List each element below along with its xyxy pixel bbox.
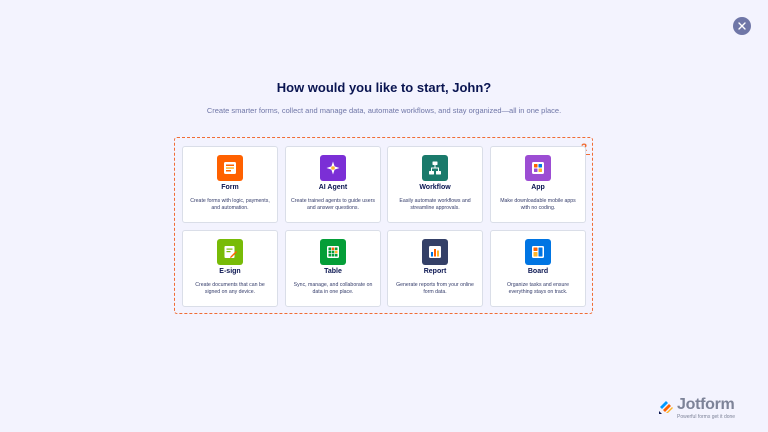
card-ai-agent[interactable]: AI Agent Create trained agents to guide … [285, 146, 381, 223]
card-description: Sync, manage, and collaborate on data in… [293, 282, 373, 296]
form-icon [217, 155, 243, 181]
card-title: AI Agent [318, 184, 348, 191]
logo-text: Jotform [677, 396, 735, 413]
ai-agent-icon [320, 155, 346, 181]
card-title: App [531, 184, 545, 191]
card-board[interactable]: Board Organize tasks and ensure everythi… [490, 230, 586, 307]
close-button[interactable] [733, 17, 751, 35]
card-e-sign[interactable]: E-sign Create documents that can be sign… [182, 230, 278, 307]
card-description: Create forms with logic, payments, and a… [190, 198, 270, 212]
card-description: Easily automate workflows and streamline… [399, 198, 471, 212]
card-title: Form [221, 184, 239, 191]
jotform-logo-icon [659, 401, 673, 414]
card-app[interactable]: App Make downloadable mobile apps with n… [490, 146, 586, 223]
table-icon [320, 239, 346, 265]
card-title: Report [423, 268, 447, 275]
card-title: Table [324, 268, 342, 275]
board-icon [525, 239, 551, 265]
card-description: Make downloadable mobile apps with no co… [500, 198, 576, 212]
jotform-logo: Jotform Powerful forms get it done [657, 396, 757, 423]
card-description: Organize tasks and ensure everything sta… [507, 282, 569, 296]
workflow-icon [422, 155, 448, 181]
card-title: E-sign [219, 268, 241, 275]
logo-tagline: Powerful forms get it done [677, 414, 736, 420]
modal-subtitle: Create smarter forms, collect and manage… [206, 106, 562, 115]
card-description: Generate reports from your online form d… [396, 282, 474, 296]
app-icon [525, 155, 551, 181]
close-icon [738, 22, 746, 30]
card-report[interactable]: Report Generate reports from your online… [387, 230, 483, 307]
card-workflow[interactable]: Workflow Easily automate workflows and s… [387, 146, 483, 223]
esign-icon [217, 239, 243, 265]
card-title: Board [527, 268, 549, 275]
card-description: Create trained agents to guide users and… [291, 198, 375, 212]
modal-title: How would you like to start, John? [276, 80, 492, 95]
card-title: Workflow [419, 184, 451, 191]
card-table[interactable]: Table Sync, manage, and collaborate on d… [285, 230, 381, 307]
report-icon [422, 239, 448, 265]
card-description: Create documents that can be signed on a… [195, 282, 265, 296]
card-form[interactable]: Form Create forms with logic, payments, … [182, 146, 278, 223]
